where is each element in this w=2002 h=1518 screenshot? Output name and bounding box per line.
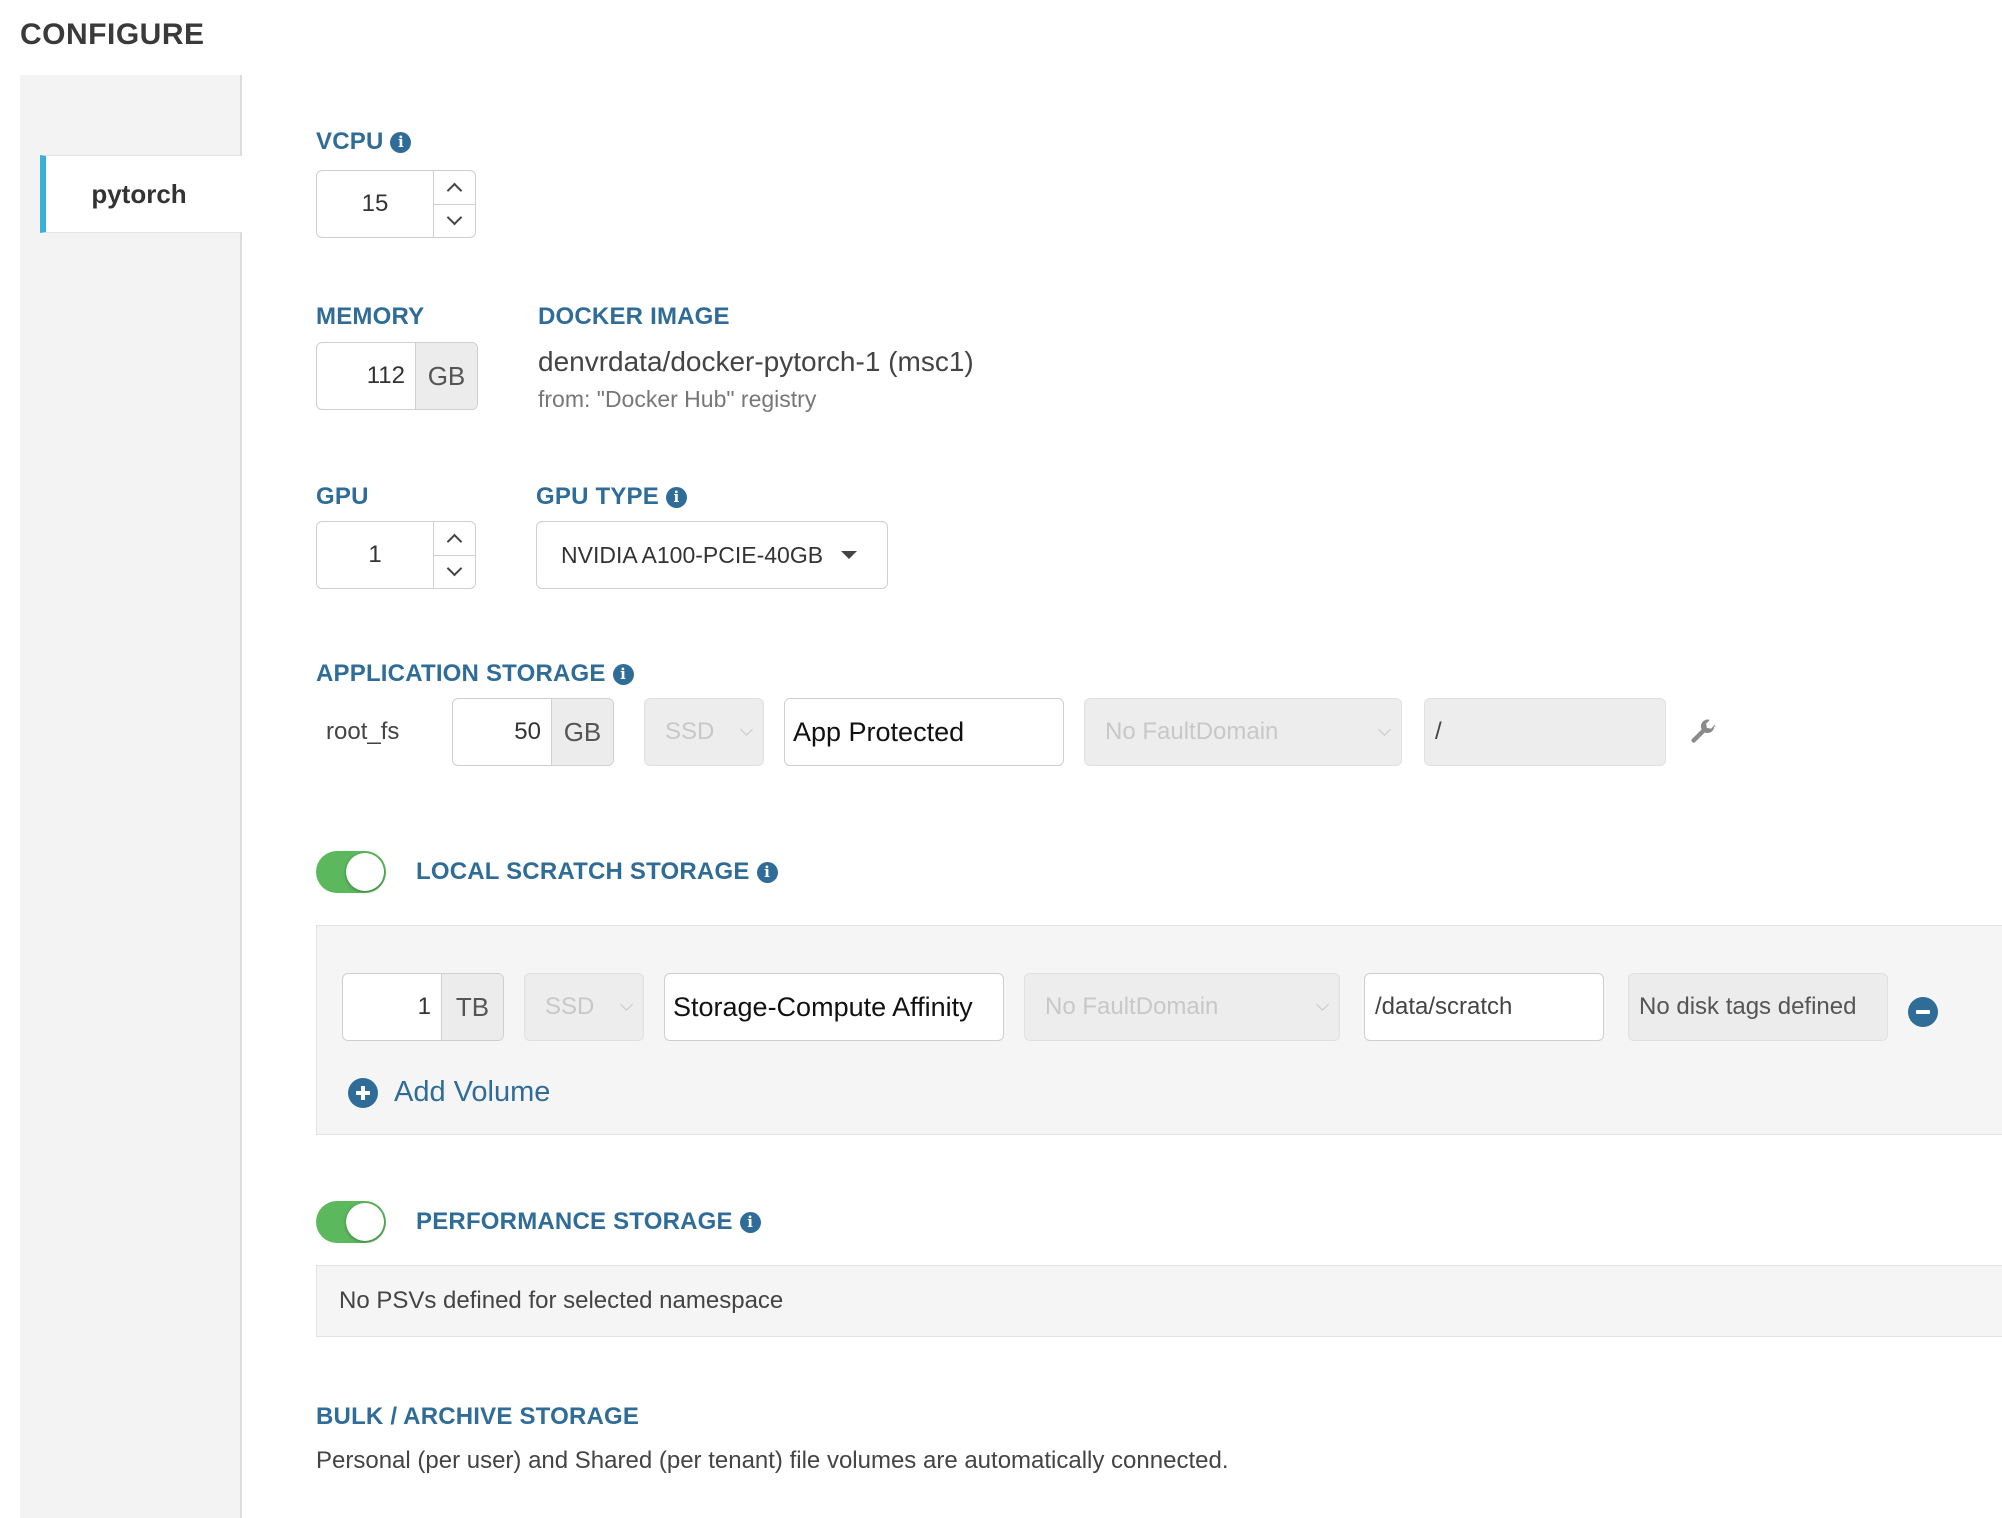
- bulk-storage-description: Personal (per user) and Shared (per tena…: [316, 1447, 1229, 1474]
- chevron-up-icon: [446, 182, 463, 199]
- app-storage-protection-field[interactable]: App Protected: [784, 698, 1064, 766]
- info-icon[interactable]: i: [739, 1211, 761, 1233]
- performance-storage-label: PERFORMANCE STORAGE i: [416, 1208, 761, 1236]
- docker-image-source: from: "Docker Hub" registry: [538, 386, 817, 412]
- vcpu-stepper[interactable]: 15: [316, 170, 476, 238]
- chevron-down-icon: [740, 723, 753, 736]
- app-storage-size-value[interactable]: 50: [453, 699, 551, 765]
- performance-storage-toggle[interactable]: [316, 1201, 386, 1243]
- caret-down-icon: [841, 551, 858, 559]
- add-volume-button[interactable]: Add Volume: [348, 1076, 550, 1109]
- minus-circle-icon: [1916, 1010, 1930, 1014]
- chevron-down-icon: [620, 998, 633, 1011]
- page-title: CONFIGURE: [20, 18, 205, 51]
- local-scratch-toggle[interactable]: [316, 851, 386, 893]
- scratch-affinity-field[interactable]: Storage-Compute Affinity: [664, 973, 1004, 1041]
- gpu-type-label: GPU TYPE i: [536, 483, 687, 511]
- app-storage-fault-domain-select[interactable]: No FaultDomain: [1084, 698, 1402, 766]
- info-icon[interactable]: i: [612, 663, 634, 685]
- psv-message-panel: No PSVs defined for selected namespace: [316, 1265, 2002, 1337]
- app-storage-unit: GB: [551, 699, 613, 765]
- chevron-down-icon: [446, 209, 463, 226]
- gpu-label: GPU: [316, 483, 369, 510]
- sidebar: [20, 75, 242, 1518]
- plus-circle-icon: [348, 1077, 378, 1108]
- toggle-knob: [346, 853, 384, 891]
- gpu-value[interactable]: 1: [317, 522, 433, 588]
- scratch-disk-tags-field: No disk tags defined: [1628, 973, 1888, 1041]
- gpu-type-value: NVIDIA A100-PCIE-40GB: [561, 541, 824, 568]
- gpu-type-select[interactable]: NVIDIA A100-PCIE-40GB: [536, 521, 888, 589]
- docker-image-name: denvrdata/docker-pytorch-1 (msc1): [538, 346, 974, 377]
- app-storage-mount-path-field: /: [1424, 698, 1666, 766]
- bulk-storage-label: BULK / ARCHIVE STORAGE: [316, 1403, 640, 1430]
- memory-label: MEMORY: [316, 303, 425, 330]
- memory-value[interactable]: 112: [317, 343, 415, 409]
- local-scratch-label: LOCAL SCRATCH STORAGE i: [416, 858, 778, 886]
- scratch-fault-domain-select[interactable]: No FaultDomain: [1024, 973, 1340, 1041]
- app-storage-size-input[interactable]: 50 GB: [452, 698, 614, 766]
- memory-input[interactable]: 112 GB: [316, 342, 478, 410]
- volume-name: root_fs: [326, 718, 400, 745]
- scratch-media-select[interactable]: SSD: [524, 973, 644, 1041]
- chevron-down-icon: [1378, 723, 1391, 736]
- info-icon[interactable]: i: [665, 486, 687, 508]
- scratch-size-value[interactable]: 1: [343, 974, 441, 1040]
- chevron-down-icon: [446, 560, 463, 577]
- increment-button[interactable]: [434, 171, 475, 204]
- decrement-button[interactable]: [434, 554, 475, 589]
- increment-button[interactable]: [434, 522, 475, 555]
- info-icon[interactable]: i: [756, 861, 778, 883]
- toggle-knob: [346, 1203, 384, 1241]
- chevron-down-icon: [1316, 998, 1329, 1011]
- vcpu-value[interactable]: 15: [317, 171, 433, 237]
- docker-image-label: DOCKER IMAGE: [538, 303, 730, 330]
- remove-volume-button[interactable]: [1908, 997, 1938, 1027]
- wrench-icon[interactable]: [1688, 718, 1718, 748]
- application-storage-label: APPLICATION STORAGE i: [316, 660, 634, 688]
- gpu-stepper[interactable]: 1: [316, 521, 476, 589]
- vcpu-label: VCPU i: [316, 128, 412, 156]
- memory-unit: GB: [415, 343, 477, 409]
- sidebar-tab-pytorch[interactable]: pytorch: [40, 155, 242, 233]
- scratch-size-input[interactable]: 1 TB: [342, 973, 504, 1041]
- app-storage-media-select[interactable]: SSD: [644, 698, 764, 766]
- scratch-mount-path-input[interactable]: /data/scratch: [1364, 973, 1604, 1041]
- decrement-button[interactable]: [434, 203, 475, 238]
- info-icon[interactable]: i: [390, 131, 412, 153]
- chevron-up-icon: [446, 533, 463, 550]
- scratch-unit: TB: [441, 974, 503, 1040]
